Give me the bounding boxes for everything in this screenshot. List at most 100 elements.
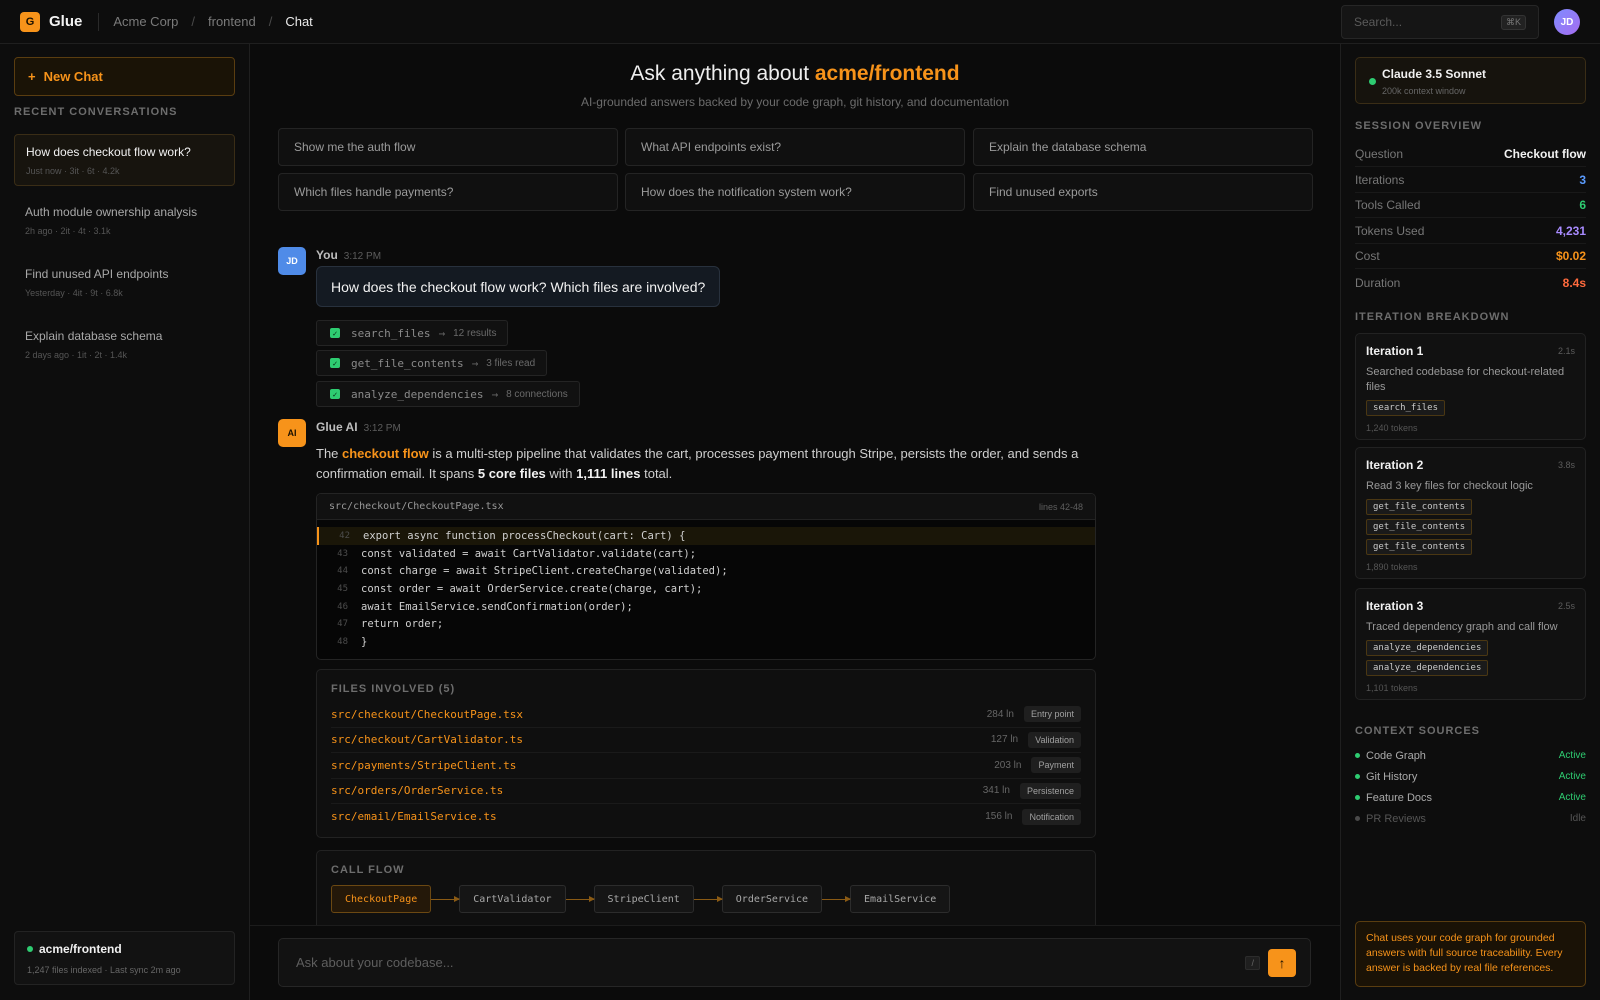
search-shortcut: ⌘K bbox=[1500, 14, 1526, 30]
file-row[interactable]: src/payments/StripeClient.ts 203 ln Paym… bbox=[331, 753, 1081, 779]
tool-chip: analyze_dependencies bbox=[1366, 640, 1489, 656]
flow-node[interactable]: CheckoutPage bbox=[331, 885, 432, 913]
chat-input[interactable]: Ask about your codebase... / ↑ bbox=[278, 938, 1311, 987]
left-sidebar: + New Chat RECENT CONVERSATIONS How does… bbox=[0, 44, 250, 1000]
tool-call[interactable]: ✓ get_file_contents → 3 files read bbox=[316, 350, 548, 376]
message-author: Glue AI bbox=[316, 420, 358, 434]
search-input[interactable]: Search... ⌘K bbox=[1341, 5, 1539, 39]
conversation-meta: 2 days ago · 1it · 2t · 1.4k bbox=[25, 350, 128, 360]
flow-node[interactable]: CartValidator bbox=[459, 885, 566, 913]
file-role-badge: Persistence bbox=[1019, 782, 1081, 799]
stat-value: Checkout flow bbox=[1503, 147, 1586, 161]
message-time: 3:12 PM bbox=[343, 251, 382, 262]
suggestion-chip[interactable]: Which files handle payments? bbox=[278, 173, 618, 211]
file-path[interactable]: src/email/EmailService.ts bbox=[331, 810, 985, 823]
breadcrumb-repo[interactable]: frontend bbox=[208, 14, 256, 29]
file-role-badge: Entry point bbox=[1023, 706, 1081, 723]
conversation-title: Auth module ownership analysis bbox=[25, 205, 198, 219]
stat-row: Iterations 3 bbox=[1355, 168, 1586, 193]
stat-row: Tokens Used 4,231 bbox=[1355, 219, 1586, 244]
file-line-count: 341 ln bbox=[982, 785, 1010, 797]
file-path[interactable]: src/payments/StripeClient.ts bbox=[331, 759, 994, 772]
call-flow-heading: CALL FLOW bbox=[331, 864, 405, 876]
status-dot-icon bbox=[1355, 795, 1360, 800]
hero-subtitle: AI-grounded answers backed by your code … bbox=[580, 95, 1010, 109]
suggestion-chip[interactable]: Explain the database schema bbox=[973, 128, 1313, 166]
suggestion-chip[interactable]: What API endpoints exist? bbox=[625, 128, 965, 166]
tool-call[interactable]: ✓ search_files → 12 results bbox=[316, 320, 509, 346]
file-path[interactable]: src/checkout/CartValidator.ts bbox=[331, 733, 991, 746]
code-line: 47 return order; bbox=[337, 618, 444, 631]
tool-name: analyze_dependencies bbox=[351, 387, 484, 401]
status-dot-icon bbox=[1369, 78, 1376, 85]
context-source-row[interactable]: PR Reviews Idle bbox=[1355, 808, 1586, 829]
file-path[interactable]: src/orders/OrderService.ts bbox=[331, 784, 983, 797]
model-selector[interactable]: Claude 3.5 Sonnet 200k context window bbox=[1355, 57, 1586, 104]
tool-chip: analyze_dependencies bbox=[1366, 660, 1489, 676]
breadcrumb-org[interactable]: Acme Corp bbox=[113, 14, 178, 29]
conversation-item[interactable]: Explain database schema 2 days ago · 1it… bbox=[14, 319, 235, 371]
code-line: 48} bbox=[337, 635, 368, 648]
stat-row: Question Checkout flow bbox=[1355, 142, 1586, 167]
new-chat-button[interactable]: + New Chat bbox=[14, 57, 235, 96]
files-involved-card: FILES INVOLVED (5) src/checkout/Checkout… bbox=[316, 669, 1096, 838]
call-flow-card: CALL FLOW CheckoutPage CartValidator Str… bbox=[316, 850, 1096, 930]
user-avatar: JD bbox=[278, 247, 306, 275]
stat-row: Cost $0.02 bbox=[1355, 244, 1586, 269]
conversation-item[interactable]: How does checkout flow work? Just now · … bbox=[14, 134, 235, 186]
user-avatar[interactable]: JD bbox=[1554, 9, 1580, 35]
iteration-card[interactable]: Iteration 2 3.8s Read 3 key files for che… bbox=[1355, 447, 1586, 579]
file-row[interactable]: src/checkout/CartValidator.ts 127 ln Val… bbox=[331, 728, 1081, 753]
context-source-row[interactable]: Feature Docs Active bbox=[1355, 787, 1586, 808]
tool-call[interactable]: ✓ analyze_dependencies → 8 connections bbox=[316, 381, 580, 407]
stat-value: 4,231 bbox=[1555, 224, 1586, 238]
conversation-item[interactable]: Find unused API endpoints Yesterday · 4i… bbox=[14, 257, 235, 309]
status-dot-icon bbox=[27, 946, 33, 952]
file-role-badge: Payment bbox=[1031, 757, 1081, 774]
flow-node[interactable]: StripeClient bbox=[593, 885, 694, 913]
app-name[interactable]: Glue bbox=[49, 13, 82, 30]
code-file-path[interactable]: src/checkout/CheckoutPage.tsx bbox=[329, 501, 504, 512]
check-icon: ✓ bbox=[330, 358, 340, 368]
session-overview-heading: SESSION OVERVIEW bbox=[1355, 120, 1483, 132]
user-message-bubble: How does the checkout flow work? Which f… bbox=[316, 266, 721, 307]
iteration-breakdown-heading: ITERATION BREAKDOWN bbox=[1355, 311, 1510, 323]
stat-row: Tools Called 6 bbox=[1355, 193, 1586, 218]
conversation-meta: Yesterday · 4it · 9t · 6.8k bbox=[25, 288, 123, 298]
suggestion-chip[interactable]: How does the notification system work? bbox=[625, 173, 965, 211]
tool-name: search_files bbox=[351, 326, 431, 340]
logo-icon[interactable]: G bbox=[20, 11, 40, 32]
file-line-count: 127 ln bbox=[990, 734, 1019, 746]
suggestion-chip[interactable]: Show me the auth flow bbox=[278, 128, 618, 166]
iteration-card[interactable]: Iteration 1 2.1s Searched codebase for ch… bbox=[1355, 333, 1586, 440]
file-row[interactable]: src/checkout/CheckoutPage.tsx 284 ln Ent… bbox=[331, 702, 1081, 728]
suggestion-chip[interactable]: Find unused exports bbox=[973, 173, 1313, 211]
call-flow-diagram: CheckoutPage CartValidator StripeClient … bbox=[331, 885, 1081, 913]
context-source-row[interactable]: Git History Active bbox=[1355, 766, 1586, 787]
code-line: 43 const validated = await CartValidator.… bbox=[337, 547, 697, 560]
context-source-row[interactable]: Code Graph Active bbox=[1355, 745, 1586, 766]
file-line-count: 284 ln bbox=[986, 708, 1014, 720]
chat-input-placeholder: Ask about your codebase... bbox=[296, 955, 454, 970]
file-path[interactable]: src/checkout/CheckoutPage.tsx bbox=[331, 708, 987, 721]
repo-status-card[interactable]: acme/frontend 1,247 files indexed · Last… bbox=[14, 931, 235, 985]
flow-node[interactable]: EmailService bbox=[850, 885, 951, 913]
repo-name: acme/frontend bbox=[39, 942, 122, 956]
conversation-item[interactable]: Auth module ownership analysis 2h ago · … bbox=[14, 195, 235, 247]
code-line-range: lines 42-48 bbox=[1038, 501, 1083, 512]
file-row[interactable]: src/orders/OrderService.ts 341 ln Persis… bbox=[331, 779, 1081, 804]
file-row[interactable]: src/email/EmailService.ts 156 ln Notific… bbox=[331, 804, 1081, 830]
top-bar: G Glue Acme Corp / frontend / Chat Searc… bbox=[0, 0, 1600, 44]
code-line: 44 const charge = await StripeClient.crea… bbox=[337, 565, 728, 578]
plus-icon: + bbox=[28, 69, 36, 84]
repo-meta: 1,247 files indexed · Last sync 2m ago bbox=[27, 965, 181, 975]
flow-node[interactable]: OrderService bbox=[721, 885, 823, 913]
send-button[interactable]: ↑ bbox=[1268, 948, 1296, 977]
flow-arrow-icon bbox=[693, 895, 723, 902]
tool-result: 8 connections bbox=[506, 388, 568, 400]
code-line: 42 export async function processCheckout(… bbox=[317, 527, 1095, 545]
stat-value: 3 bbox=[1579, 173, 1586, 187]
iteration-card[interactable]: Iteration 3 2.5s Traced dependency graph … bbox=[1355, 588, 1586, 700]
file-line-count: 203 ln bbox=[994, 759, 1022, 771]
check-icon: ✓ bbox=[330, 389, 340, 399]
